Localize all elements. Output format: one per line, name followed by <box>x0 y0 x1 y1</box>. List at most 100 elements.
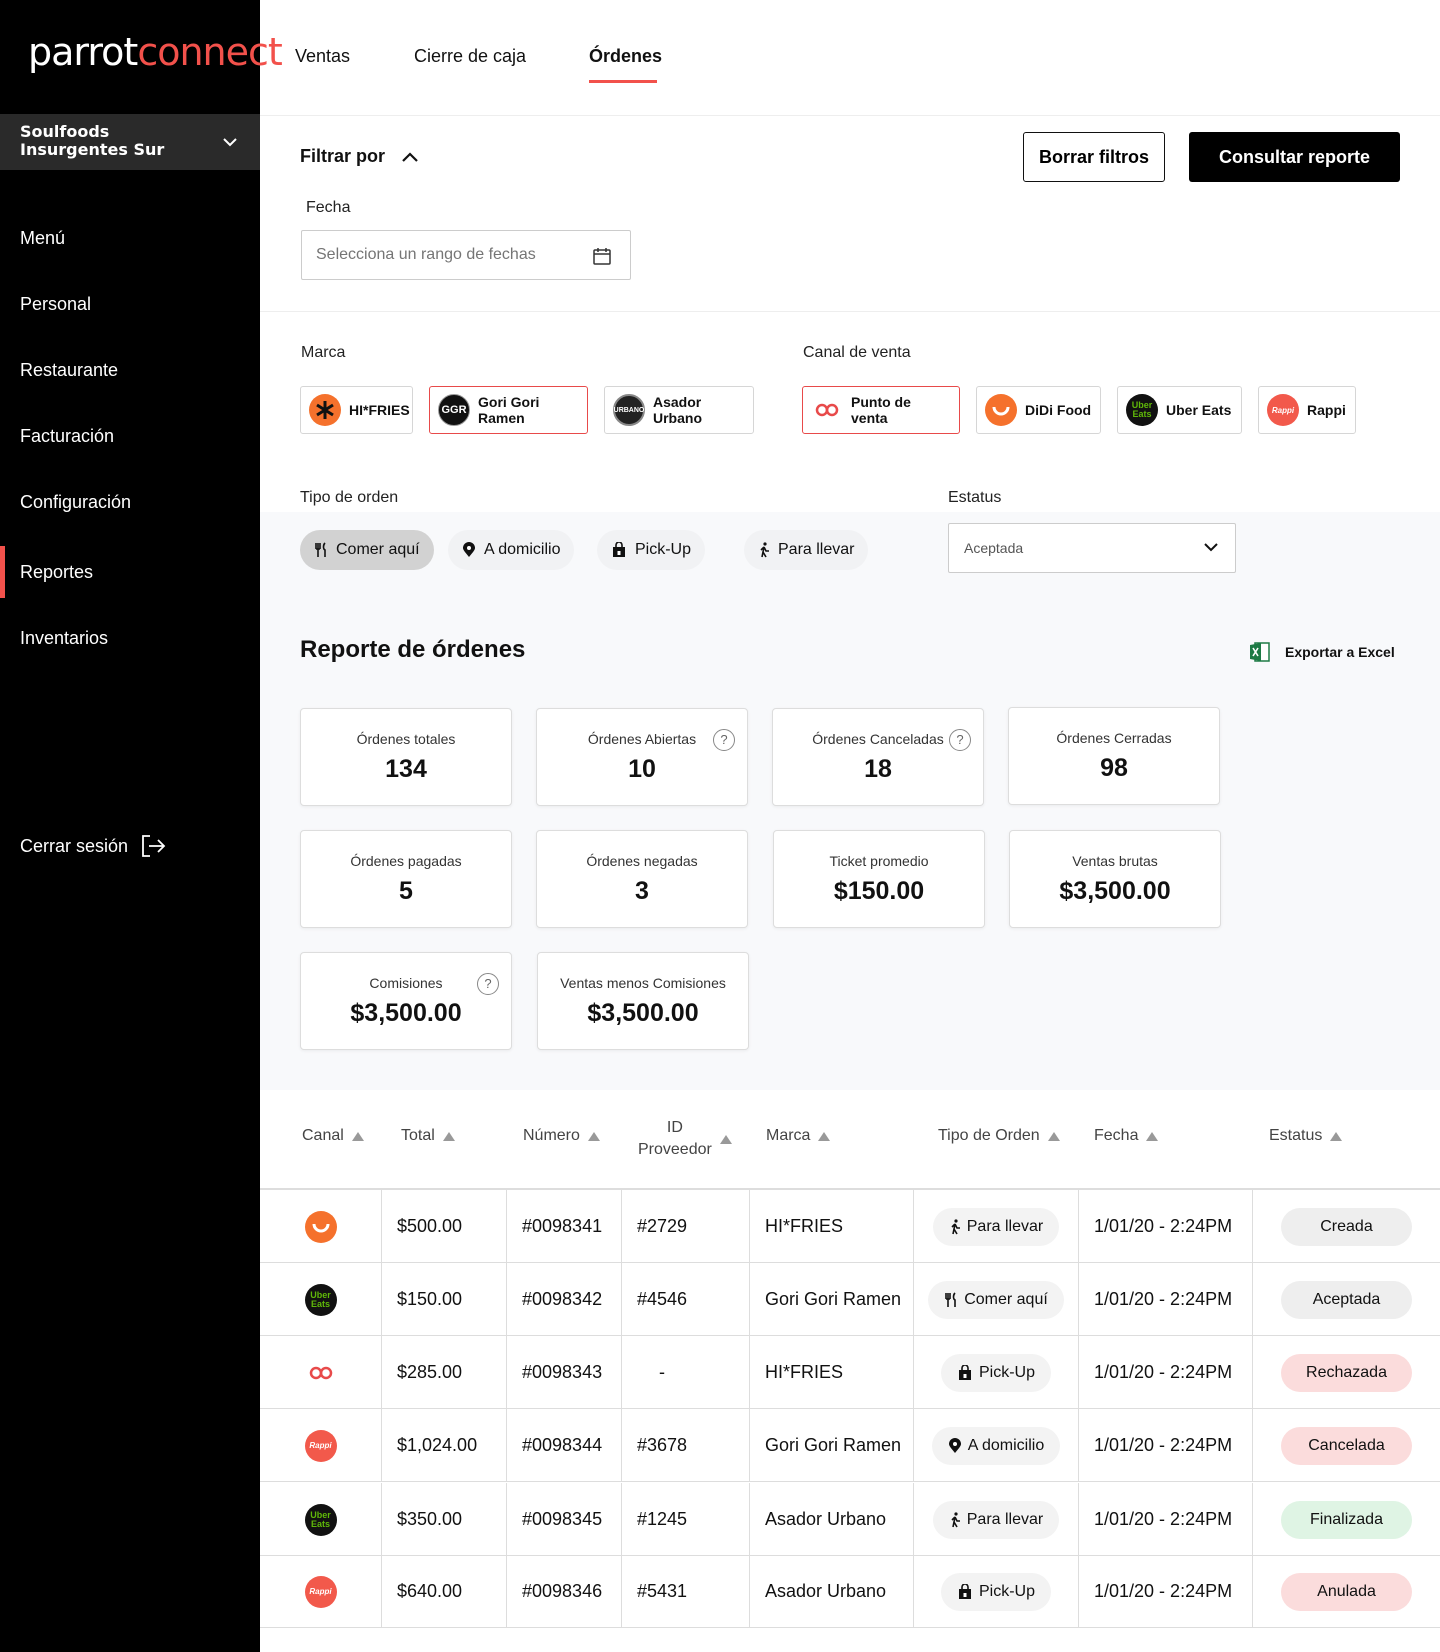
metric-value: $150.00 <box>833 877 925 905</box>
column-header-label: Total <box>401 1127 435 1144</box>
channel-chip-label: Rappi <box>1307 402 1346 418</box>
table-row[interactable]: Uber Eats $350.00 #0098345 #1245 Asador Urba… <box>260 1483 1440 1556</box>
sidebar-item-menu[interactable]: Menú <box>0 212 260 264</box>
tab-cierre-de-caja[interactable]: Cierre de caja <box>414 46 526 67</box>
cell-provider-id: #3678 <box>637 1435 688 1455</box>
tab-ventas[interactable]: Ventas <box>295 46 350 67</box>
help-icon[interactable]: ? <box>713 729 735 751</box>
cell-total: $500.00 <box>397 1216 463 1236</box>
date-range-input[interactable] <box>301 230 631 280</box>
channel-chip-uber-eats[interactable]: Uber Eats Uber Eats <box>1117 386 1242 434</box>
order-type-a-domicilio[interactable]: A domicilio <box>448 530 575 570</box>
cell-number: #0098344 <box>522 1435 603 1455</box>
sidebar-item-inventarios[interactable]: Inventarios <box>0 612 260 664</box>
column-header-tipo-de-orden[interactable]: Tipo de Orden <box>938 1127 1060 1145</box>
order-type-text: Para llevar <box>966 1217 1044 1235</box>
table-cell-number: #0098342 <box>507 1263 622 1336</box>
table-cell-provider-id: #4546 <box>622 1263 750 1336</box>
cell-number: #0098343 <box>522 1362 603 1382</box>
export-excel-button[interactable]: Exportar a Excel <box>1249 641 1395 663</box>
metric-card-ordenes-totales: Órdenes totales 134 <box>300 708 512 806</box>
brand-chip-asador-urbano[interactable]: URBANO Asador Urbano <box>604 386 754 434</box>
calendar-icon[interactable] <box>592 246 612 266</box>
metric-title: Ventas brutas <box>1072 853 1158 869</box>
sidebar-item-facturacion[interactable]: Facturación <box>0 410 260 462</box>
clear-filters-button[interactable]: Borrar filtros <box>1023 132 1165 182</box>
didi-food-icon <box>985 394 1017 426</box>
channel-chip-punto-de-venta[interactable]: Punto de venta <box>802 386 960 434</box>
table-cell-total: $640.00 <box>382 1555 507 1628</box>
table-cell-number: #0098343 <box>507 1336 622 1409</box>
consult-report-button[interactable]: Consultar reporte <box>1189 132 1400 182</box>
table-row[interactable]: $285.00 #0098343 - HI*FRIES Pick-Up 1/01/20 -… <box>260 1336 1440 1409</box>
chevron-down-icon <box>223 138 237 147</box>
column-header-id-proveedor[interactable]: ID Proveedor <box>638 1117 732 1161</box>
column-header-label: Estatus <box>1269 1127 1323 1144</box>
cell-brand: Gori Gori Ramen <box>765 1435 902 1455</box>
cell-provider-id: #4546 <box>637 1289 688 1309</box>
filter-toggle[interactable]: Filtrar por <box>300 146 419 167</box>
table-row[interactable]: Uber Eats $150.00 #0098342 #4546 Gori Gori R… <box>260 1263 1440 1336</box>
metric-value: 10 <box>628 755 656 783</box>
table-row[interactable]: $500.00 #0098341 #2729 HI*FRIES Para llevar 1… <box>260 1190 1440 1263</box>
table-cell-date: 1/01/20 - 2:24PM <box>1079 1336 1253 1409</box>
help-icon[interactable]: ? <box>477 973 499 995</box>
logo-part-1: parrot <box>28 30 138 74</box>
column-header-label: Canal <box>302 1127 344 1144</box>
sidebar: parrotconnect Soulfoods Insurgentes Sur … <box>0 0 283 1652</box>
order-type-para-llevar[interactable]: Para llevar <box>744 530 869 570</box>
column-header-numero[interactable]: Número <box>523 1127 600 1145</box>
brand-chip-hifries[interactable]: HI*FRIES <box>300 386 413 434</box>
column-header-label: Marca <box>766 1127 811 1144</box>
export-label: Exportar a Excel <box>1285 644 1395 660</box>
column-header-marca[interactable]: Marca <box>766 1127 831 1145</box>
help-icon[interactable]: ? <box>949 729 971 751</box>
table-cell-total: $150.00 <box>382 1263 507 1336</box>
cell-total: $1,024.00 <box>397 1435 478 1455</box>
metric-card-ventas-menos-comisiones: Ventas menos Comisiones $3,500.00 <box>537 952 749 1050</box>
chevron-down-icon <box>1204 543 1218 552</box>
channel-label: Canal de venta <box>803 344 911 361</box>
channel-chip-didi-food[interactable]: DiDi Food <box>976 386 1101 434</box>
table-cell-total: $285.00 <box>382 1336 507 1409</box>
column-header-canal[interactable]: Canal <box>302 1127 364 1145</box>
order-type-comer-aqui[interactable]: Comer aquí <box>300 530 434 570</box>
column-header-fecha[interactable]: Fecha <box>1094 1127 1159 1145</box>
table-cell-brand: HI*FRIES <box>750 1336 914 1409</box>
table-cell-type: Pick-Up <box>914 1555 1079 1628</box>
rappi-icon: Rappi <box>1267 394 1299 426</box>
uber-eats-icon: Uber Eats <box>1126 394 1158 426</box>
metric-card-ticket-promedio: Ticket promedio $150.00 <box>773 830 985 928</box>
store-selector[interactable]: Soulfoods Insurgentes Sur <box>0 114 260 170</box>
table-row[interactable]: Rappi $1,024.00 #0098344 #3678 Gori Gori Ram… <box>260 1409 1440 1482</box>
metric-card-ordenes-cerradas: Órdenes Cerradas 98 <box>1008 707 1220 805</box>
report-title: Reporte de órdenes <box>300 636 526 663</box>
table-cell-status: Creada <box>1253 1190 1440 1263</box>
brand-chip-gori-gori-ramen[interactable]: GGR Gori Gori Ramen <box>429 386 588 434</box>
metric-value: 3 <box>635 877 649 905</box>
sidebar-item-restaurante[interactable]: Restaurante <box>0 344 260 396</box>
store-name-line-1: Soulfoods <box>20 122 110 141</box>
channel-chip-rappi[interactable]: Rappi Rappi <box>1258 386 1356 434</box>
order-type-pick-up[interactable]: Pick-Up <box>597 530 706 570</box>
order-type-text: A domicilio <box>967 1436 1045 1454</box>
table-cell-provider-id: #1245 <box>622 1483 750 1556</box>
column-header-estatus[interactable]: Estatus <box>1269 1127 1343 1145</box>
sort-arrow-icon <box>587 1131 600 1141</box>
cell-brand: HI*FRIES <box>765 1362 844 1382</box>
order-type-pill: A domicilio <box>931 1426 1061 1465</box>
sidebar-item-configuracion[interactable]: Configuración <box>0 476 260 528</box>
order-type-pill: Pick-Up <box>940 1353 1051 1392</box>
parrot-connect-logo[interactable]: parrotconnect <box>28 30 283 74</box>
column-header-total[interactable]: Total <box>401 1127 455 1145</box>
status-select[interactable]: Aceptada <box>948 523 1236 573</box>
logout-button[interactable]: Cerrar sesión <box>20 834 166 858</box>
sidebar-item-reportes[interactable]: Reportes <box>0 546 260 598</box>
sidebar-item-personal[interactable]: Personal <box>0 278 260 330</box>
table-cell-date: 1/01/20 - 2:24PM <box>1079 1409 1253 1482</box>
filter-title: Filtrar por <box>300 146 386 166</box>
tab-ordenes[interactable]: Órdenes <box>589 46 662 67</box>
table-row[interactable]: Rappi $640.00 #0098346 #5431 Asador Urbano Pi… <box>260 1555 1440 1628</box>
section-divider <box>260 311 1440 312</box>
metric-value: $3,500.00 <box>1059 877 1171 905</box>
